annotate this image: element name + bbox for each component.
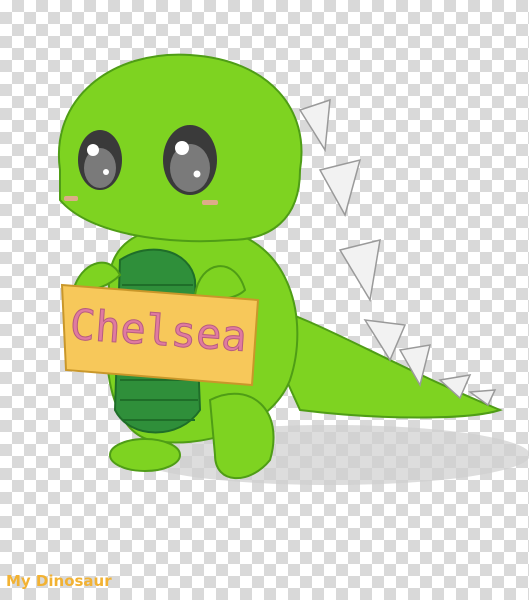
left-leg [109,438,181,472]
image-canvas: Chelsea My Dinosaur [0,0,529,600]
left-eye [78,130,122,190]
dinosaur-illustration: Chelsea [57,53,529,485]
watermark-text: My Dinosaur [6,572,112,590]
right-leg [208,392,275,480]
right-eye [163,125,217,195]
